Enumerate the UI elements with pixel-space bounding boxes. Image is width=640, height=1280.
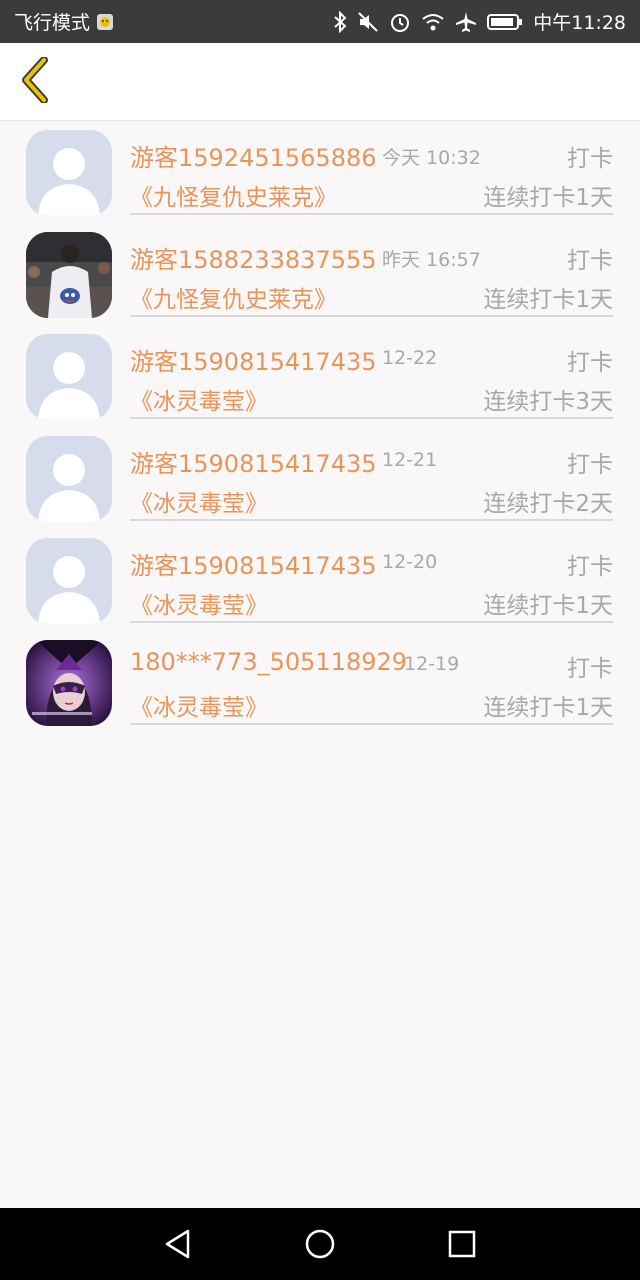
battery-icon (487, 13, 523, 31)
system-nav-bar (0, 1208, 640, 1280)
checkin-list: 游客1592451565886 今天 10:32 打卡 《九怪复仇史莱克》 连续… (0, 121, 640, 733)
list-item-body: 游客1590815417435 12-22 打卡 《冰灵毒莹》 连续打卡3天 (130, 325, 613, 419)
nav-home-button[interactable] (302, 1226, 338, 1262)
list-item-body: 游客1588233837555 昨天 16:57 打卡 《九怪复仇史莱克》 连续… (130, 223, 613, 317)
list-item[interactable]: 游客1590815417435 12-22 打卡 《冰灵毒莹》 连续打卡3天 (0, 325, 640, 427)
streak-label: 连续打卡2天 (483, 491, 613, 517)
username: 180***773_505118929 (130, 648, 408, 676)
timestamp: 昨天 16:57 (382, 249, 481, 271)
action-label: 打卡 (567, 656, 613, 682)
streak-label: 连续打卡1天 (483, 593, 613, 619)
timestamp: 12-22 (382, 347, 438, 369)
airplane-icon (455, 11, 477, 33)
list-item[interactable]: 游客1588233837555 昨天 16:57 打卡 《九怪复仇史莱克》 连续… (0, 223, 640, 325)
alarm-icon (389, 11, 411, 33)
username: 游客1590815417435 (130, 348, 377, 376)
action-label: 打卡 (567, 350, 613, 376)
timestamp: 12-21 (382, 449, 438, 471)
list-item[interactable]: 游客1590815417435 12-21 打卡 《冰灵毒莹》 连续打卡2天 (0, 427, 640, 529)
timestamp: 12-19 (404, 653, 460, 675)
default-avatar-icon (26, 538, 112, 624)
bluetooth-icon (333, 10, 347, 33)
photo-avatar-icon (26, 640, 112, 726)
list-item-body: 180***773_505118929 12-19 打卡 《冰灵毒莹》 连续打卡… (130, 631, 613, 725)
list-item[interactable]: 游客1592451565886 今天 10:32 打卡 《九怪复仇史莱克》 连续… (0, 121, 640, 223)
default-avatar-icon (26, 334, 112, 420)
streak-label: 连续打卡1天 (483, 185, 613, 211)
streak-label: 连续打卡1天 (483, 287, 613, 313)
avatar (26, 130, 112, 216)
book-title[interactable]: 《冰灵毒莹》 (130, 382, 268, 416)
airplane-mode-label: 飞行模式 (14, 12, 91, 34)
book-title[interactable]: 《冰灵毒莹》 (130, 484, 268, 518)
avatar (26, 538, 112, 624)
chevron-left-icon (20, 56, 50, 107)
avatar (26, 232, 112, 318)
username: 游客1590815417435 (130, 450, 377, 478)
status-right: 中午11:28 (333, 8, 626, 35)
status-bar: 飞行模式 中午11:28 (0, 0, 640, 43)
book-title[interactable]: 《九怪复仇史莱克》 (130, 178, 337, 212)
default-avatar-icon (26, 436, 112, 522)
wifi-icon (421, 12, 445, 32)
timestamp: 12-20 (382, 551, 438, 573)
default-avatar-icon (26, 130, 112, 216)
action-label: 打卡 (567, 248, 613, 274)
action-label: 打卡 (567, 146, 613, 172)
streak-label: 连续打卡1天 (483, 695, 613, 721)
avatar (26, 334, 112, 420)
list-item-body: 游客1590815417435 12-20 打卡 《冰灵毒莹》 连续打卡1天 (130, 529, 613, 623)
timestamp: 今天 10:32 (382, 147, 481, 169)
status-left: 飞行模式 (14, 8, 114, 35)
mute-icon (357, 11, 379, 33)
list-item-body: 游客1592451565886 今天 10:32 打卡 《九怪复仇史莱克》 连续… (130, 121, 613, 215)
nav-recents-button[interactable] (444, 1226, 480, 1262)
avatar (26, 640, 112, 726)
back-triangle-icon (165, 1229, 190, 1259)
back-button[interactable] (12, 56, 58, 107)
username: 游客1590815417435 (130, 552, 377, 580)
recents-square-icon (448, 1230, 476, 1258)
header (0, 43, 640, 121)
book-title[interactable]: 《冰灵毒莹》 (130, 688, 268, 722)
book-title[interactable]: 《冰灵毒莹》 (130, 586, 268, 620)
action-label: 打卡 (567, 554, 613, 580)
list-item[interactable]: 游客1590815417435 12-20 打卡 《冰灵毒莹》 连续打卡1天 (0, 529, 640, 631)
list-item-body: 游客1590815417435 12-21 打卡 《冰灵毒莹》 连续打卡2天 (130, 427, 613, 521)
list-item[interactable]: 180***773_505118929 12-19 打卡 《冰灵毒莹》 连续打卡… (0, 631, 640, 733)
username: 游客1588233837555 (130, 246, 377, 274)
app-notification-icon (96, 13, 114, 31)
streak-label: 连续打卡3天 (483, 389, 613, 415)
avatar (26, 436, 112, 522)
nav-back-button[interactable] (160, 1226, 196, 1262)
status-time: 中午11:28 (533, 12, 626, 34)
home-circle-icon (305, 1229, 335, 1259)
photo-avatar-icon (26, 232, 112, 318)
book-title[interactable]: 《九怪复仇史莱克》 (130, 280, 337, 314)
action-label: 打卡 (567, 452, 613, 478)
username: 游客1592451565886 (130, 144, 377, 172)
